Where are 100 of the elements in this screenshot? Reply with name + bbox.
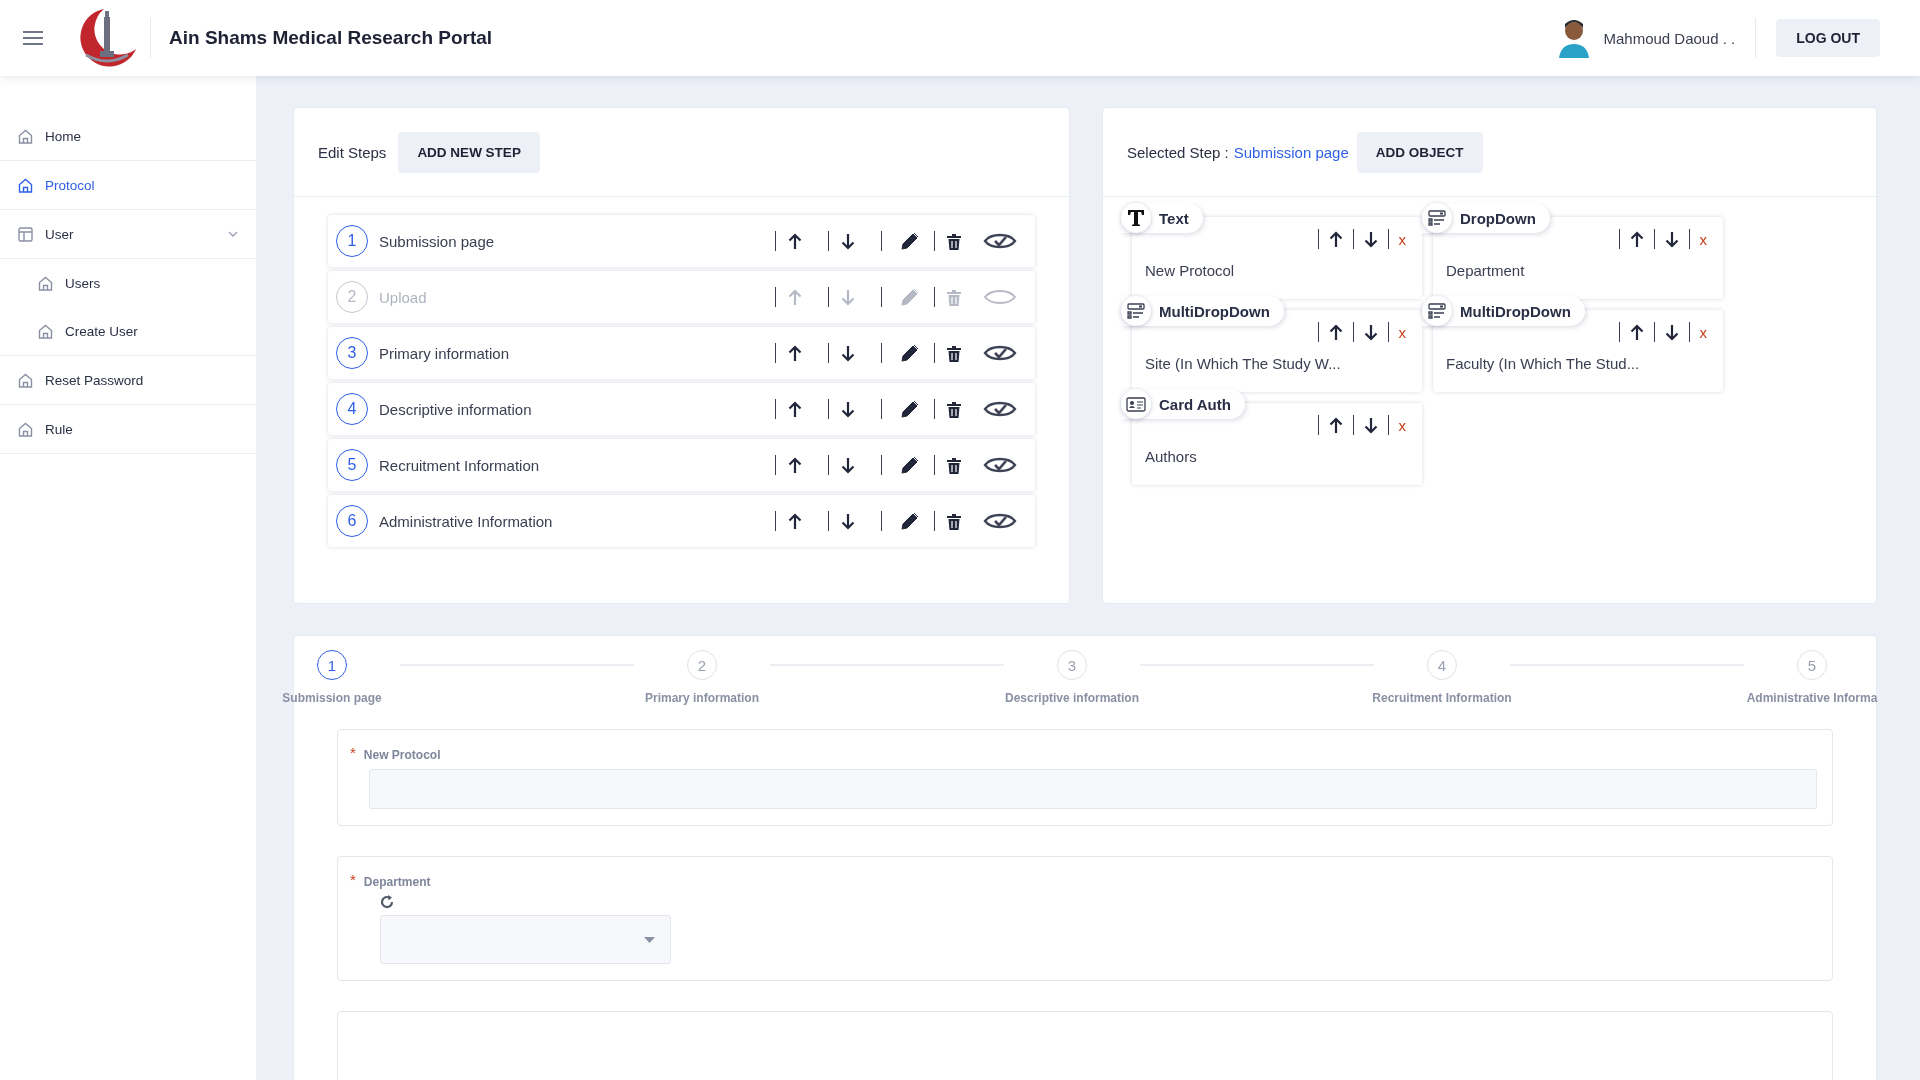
eye-check-icon[interactable] [983,231,1017,251]
step-name: Descriptive information [379,400,533,418]
step-row[interactable]: 1 Submission page [328,215,1035,267]
text-input-field[interactable] [369,769,1817,809]
pencil-icon[interactable] [901,344,919,362]
stepper-label: Administrative Informa [1746,691,1878,705]
nav-item[interactable]: Create User [20,307,256,355]
panel-title: Edit Steps [318,143,387,161]
logout-button[interactable]: LOG OUT [1776,19,1880,57]
step-name: Primary information [379,344,511,362]
trash-icon[interactable] [947,512,961,530]
down-arrow-icon[interactable] [841,232,855,250]
stepper-label: Submission page [282,691,382,705]
down-arrow-icon[interactable] [841,512,855,530]
trash-icon[interactable] [947,232,961,250]
down-arrow-icon[interactable] [841,456,855,474]
add-object-button[interactable]: ADD OBJECT [1356,131,1483,173]
eye-check-icon[interactable] [983,343,1017,363]
home-icon [18,372,33,388]
portal-title: Ain Shams Medical Research Portal [169,27,493,49]
up-arrow-icon[interactable] [1629,230,1644,248]
dropdown-type-icon [1127,303,1145,319]
step-row[interactable]: 3 Primary information [328,327,1035,379]
user-name[interactable]: Mahmoud Daoud . . [1603,29,1736,47]
pencil-icon[interactable] [901,400,919,418]
caret-icon [644,936,655,943]
nav-item[interactable]: Users [20,259,256,307]
selected-step-name[interactable]: Submission page [1233,143,1349,161]
trash-icon[interactable] [947,456,961,474]
trash-icon[interactable] [947,344,961,362]
nav-item[interactable]: Home [0,112,256,161]
stepper-circle[interactable]: 1 [317,650,347,680]
up-arrow-icon[interactable] [788,512,802,530]
selected-step-label: Selected Step : [1127,143,1229,161]
down-arrow-icon[interactable] [1363,230,1378,248]
remove-button[interactable]: x [1398,230,1406,248]
down-arrow-icon[interactable] [1363,323,1378,341]
home-icon [38,323,53,339]
step-name: Administrative Information [379,512,554,530]
down-arrow-icon[interactable] [1363,416,1378,434]
avatar-icon [1557,18,1592,58]
down-arrow-icon[interactable] [841,344,855,362]
object-label: Site (In Which The Study W... [1145,355,1341,372]
eye-check-icon[interactable] [983,399,1017,419]
add-step-button[interactable]: ADD NEW STEP [398,131,540,173]
object-label: New Protocol [1145,262,1235,279]
step-name: Recruitment Information [379,456,541,474]
up-arrow-icon[interactable] [1328,323,1343,341]
stepper-label: Primary information [645,691,759,705]
menu-icon[interactable] [22,30,44,46]
refresh-icon[interactable] [380,895,394,909]
stepper-label: Descriptive information [1005,691,1139,705]
up-arrow-icon[interactable] [1629,323,1644,341]
down-arrow-icon[interactable] [1664,323,1679,341]
field-label: New Protocol [363,748,441,762]
up-arrow-icon[interactable] [788,400,802,418]
up-arrow-icon[interactable] [788,344,802,362]
layout-icon [18,226,33,242]
pencil-icon[interactable] [901,512,919,530]
up-arrow-icon[interactable] [788,456,802,474]
object-label: Authors [1145,448,1197,465]
stepper-label: Recruitment Information [1372,691,1512,705]
eye-check-icon[interactable] [983,511,1017,531]
home-icon [38,275,53,291]
step-name: Upload [379,288,428,306]
down-arrow-icon[interactable] [1664,230,1679,248]
required-mark: * [350,871,356,888]
nav-item[interactable]: Protocol [0,161,256,210]
required-mark: * [350,744,356,761]
up-arrow-icon[interactable] [788,232,802,250]
text-type-icon [1127,209,1145,227]
dropdown-field[interactable] [380,915,671,964]
object-label: Department [1446,262,1525,279]
nav-item[interactable]: User [0,210,256,259]
up-arrow-icon[interactable] [1328,230,1343,248]
step-row[interactable]: 4 Descriptive information [328,383,1035,435]
pencil-icon[interactable] [901,456,919,474]
home-icon [18,177,33,193]
nav-item[interactable]: Rule [0,405,256,454]
step-row[interactable]: 6 Administrative Information [328,495,1035,547]
step-row[interactable]: 5 Recruitment Information [328,439,1035,491]
field-label: Department [363,875,431,889]
remove-button[interactable]: x [1699,230,1707,248]
nav-item[interactable]: Reset Password [0,356,256,405]
chevron-icon[interactable] [228,231,238,237]
remove-button[interactable]: x [1699,323,1707,341]
eye-check-icon[interactable] [983,455,1017,475]
down-arrow-icon[interactable] [841,400,855,418]
id-card-icon [1126,396,1146,412]
trash-icon[interactable] [947,400,961,418]
step-name: Submission page [379,232,496,250]
remove-button[interactable]: x [1398,416,1406,434]
object-label: Faculty (In Which The Stud... [1446,355,1640,372]
dropdown-type-icon [1428,303,1446,319]
dropdown-type-icon [1428,210,1446,226]
home-icon [18,421,33,437]
up-arrow-icon[interactable] [1328,416,1343,434]
pencil-icon[interactable] [901,232,919,250]
home-icon [18,128,33,144]
remove-button[interactable]: x [1398,323,1406,341]
